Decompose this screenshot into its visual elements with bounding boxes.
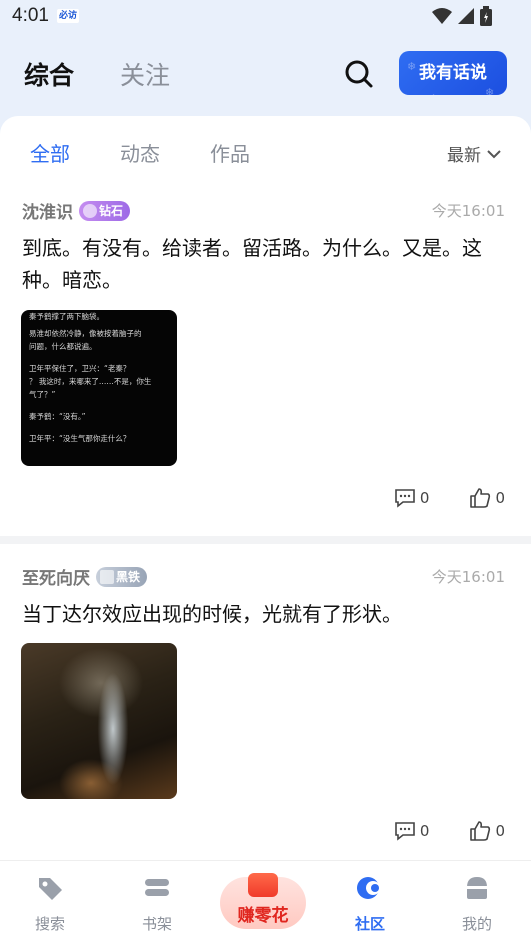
level-badge-label: 黑铁 <box>116 569 141 584</box>
post-button[interactable]: ❄ ❄ ❄ 我有话说 <box>399 51 507 95</box>
nav-profile[interactable]: 我的 <box>447 875 507 934</box>
comment-count: 0 <box>419 489 430 507</box>
post-item[interactable]: 至死向厌 黑铁 今天16:01 当丁达尔效应出现的时候，光就有了形状。 0 0 <box>0 564 531 860</box>
like-button[interactable]: 0 <box>469 488 505 508</box>
bottom-nav: 搜索 书架 赚零花 社区 我的 <box>0 860 531 938</box>
tab-following[interactable]: 关注 <box>120 56 170 92</box>
tab-comprehensive[interactable]: 综合 <box>24 56 74 92</box>
subtab-bar: 全部 动态 作品 最新 <box>0 116 531 184</box>
sort-dropdown[interactable]: 最新 <box>447 141 501 166</box>
red-envelope-icon <box>248 873 278 897</box>
bookshelf-icon <box>145 879 169 896</box>
comment-icon <box>395 822 415 841</box>
image-text-line: 易淮却依然冷静，像被按着脑子的 <box>29 329 142 338</box>
comment-icon <box>395 489 415 508</box>
subtab-updates[interactable]: 动态 <box>120 138 160 167</box>
level-badge: 黑铁 <box>96 566 148 587</box>
nav-bookshelf[interactable]: 书架 <box>127 875 187 934</box>
image-text-line: 问题，什么都说遍。 <box>29 342 97 351</box>
image-text-line: 卫年平：“没生气那你走什么？ <box>29 434 131 443</box>
thumbs-up-icon <box>470 821 491 841</box>
post-button-label: 我有话说 <box>419 63 487 83</box>
divider <box>0 536 531 544</box>
author-name: 至死向厌 <box>22 569 90 589</box>
thumbs-up-icon <box>470 488 491 508</box>
post-image[interactable]: 秦予鹤撑了两下脑袋。 易淮却依然冷静，像被按着脑子的 问题，什么都说遍。 卫年平… <box>21 310 177 466</box>
post-time: 今天16:01 <box>431 202 505 220</box>
iron-badge-icon <box>100 569 114 584</box>
image-text-line: 卫年平保住了，卫兴：“老秦？ <box>29 364 131 373</box>
search-icon[interactable] <box>343 58 375 90</box>
post-time: 今天16:01 <box>431 568 505 586</box>
nav-label: 搜索 <box>34 915 65 933</box>
post-actions: 0 0 <box>394 821 505 841</box>
snowflake-icon: ❄ <box>407 60 417 73</box>
post-author[interactable]: 沈淮识 钻石 <box>22 198 131 223</box>
image-text-line: 秦予鹤：“没有。” <box>29 412 86 421</box>
feed-card: 全部 动态 作品 最新 沈淮识 钻石 今天16:01 到底。有没有。给读者。留活… <box>0 116 531 860</box>
tag-icon <box>39 878 62 900</box>
community-icon <box>357 877 380 899</box>
level-badge-label: 钻石 <box>99 203 124 218</box>
nav-earn[interactable]: 赚零花 <box>220 873 306 929</box>
nav-label: 社区 <box>354 915 385 933</box>
author-name: 沈淮识 <box>22 203 73 223</box>
subtab-all[interactable]: 全部 <box>30 138 70 167</box>
signal-icon <box>458 8 474 24</box>
status-bar: 4:01 必访 <box>0 0 531 32</box>
status-icons <box>431 6 493 26</box>
status-time: 4:01 <box>12 5 49 26</box>
diamond-icon <box>83 203 97 218</box>
post-actions: 0 0 <box>394 488 505 508</box>
top-header: 综合 关注 ❄ ❄ ❄ 我有话说 <box>0 40 531 110</box>
comment-button[interactable]: 0 <box>394 821 430 841</box>
like-count: 0 <box>495 822 505 840</box>
post-text: 当丁达尔效应出现的时候，光就有了形状。 <box>22 602 402 626</box>
app-notification-icon: 必访 <box>56 9 79 23</box>
image-text-line: ？ 我这时，来哪来了……不是，你生 <box>29 377 152 386</box>
nav-label: 书架 <box>141 915 172 933</box>
image-text-line: 秦予鹤撑了两下脑袋。 <box>29 312 104 321</box>
battery-icon <box>480 6 492 26</box>
comment-count: 0 <box>419 822 430 840</box>
image-text-line: 气了？” <box>29 390 56 399</box>
like-button[interactable]: 0 <box>469 821 505 841</box>
comment-button[interactable]: 0 <box>394 488 430 508</box>
nav-label: 赚零花 <box>237 906 289 926</box>
level-badge: 钻石 <box>79 200 131 221</box>
post-image[interactable] <box>21 643 177 799</box>
like-count: 0 <box>495 489 505 507</box>
profile-icon <box>467 877 487 899</box>
nav-search[interactable]: 搜索 <box>20 875 80 934</box>
chevron-down-icon <box>487 149 501 158</box>
post-text: 到底。有没有。给读者。留活路。为什么。又是。这种。暗恋。 <box>22 236 482 292</box>
subtab-works[interactable]: 作品 <box>210 138 250 167</box>
nav-label: 我的 <box>461 915 492 933</box>
post-item[interactable]: 沈淮识 钻石 今天16:01 到底。有没有。给读者。留活路。为什么。又是。这种。… <box>0 198 531 538</box>
nav-community[interactable]: 社区 <box>340 875 400 934</box>
sort-label: 最新 <box>447 146 481 166</box>
post-author[interactable]: 至死向厌 黑铁 <box>22 564 148 589</box>
wifi-icon <box>432 8 452 24</box>
